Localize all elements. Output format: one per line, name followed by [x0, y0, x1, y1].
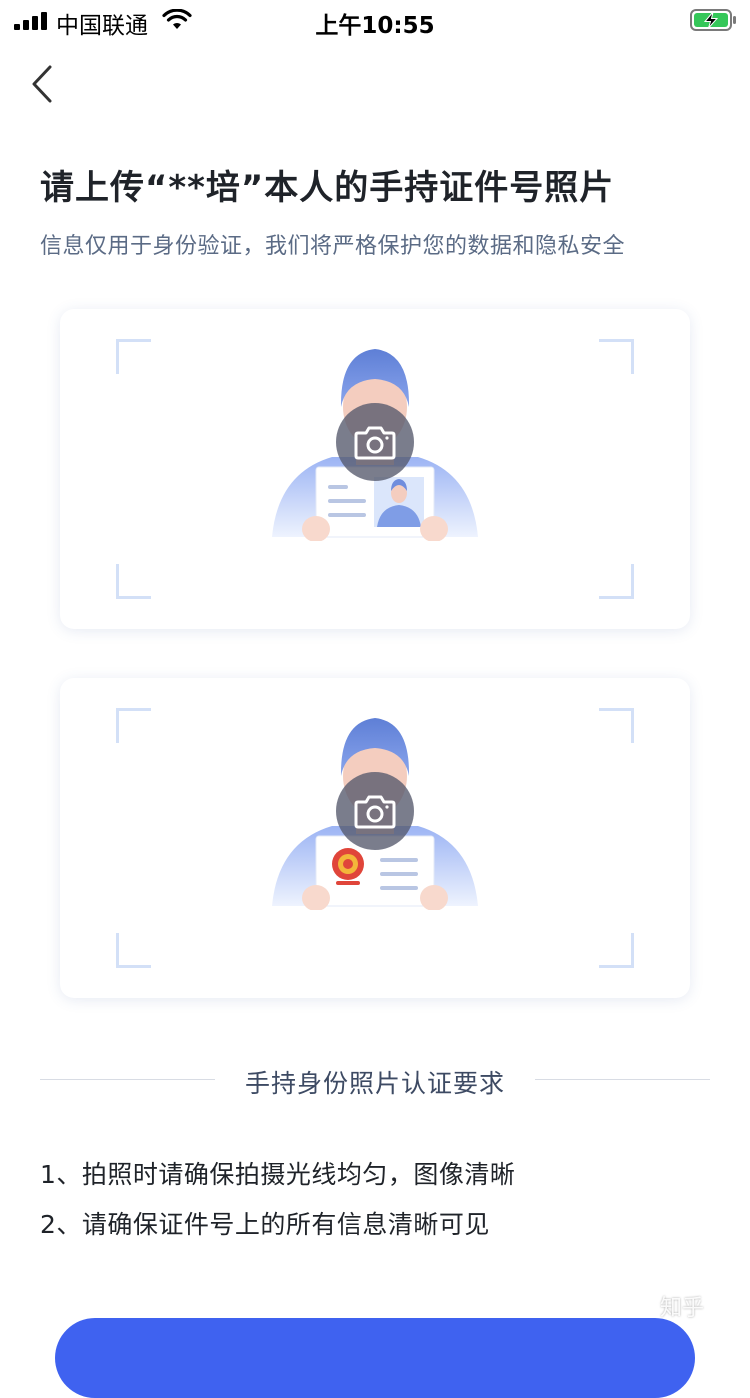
upload-card-back[interactable]: [60, 678, 690, 998]
frame-corner: [599, 708, 634, 743]
camera-button[interactable]: [336, 772, 414, 850]
camera-icon: [354, 426, 396, 460]
status-time: 上午10:55: [315, 13, 435, 39]
battery-charging-icon: [690, 9, 736, 31]
frame-corner: [599, 564, 634, 599]
back-button[interactable]: [22, 62, 62, 106]
primary-submit-button[interactable]: [55, 1318, 695, 1398]
requirements-title: 手持身份照片认证要求: [244, 1069, 505, 1098]
requirement-item: 2、请确保证件号上的所有信息清晰可见: [40, 1210, 490, 1239]
frame-corner: [599, 933, 634, 968]
watermark: 知乎: [660, 1296, 705, 1321]
page-subtitle: 信息仅用于身份验证，我们将严格保护您的数据和隐私安全: [40, 234, 626, 259]
camera-button[interactable]: [336, 403, 414, 481]
page-title: 请上传“**培”本人的手持证件号照片: [40, 168, 615, 208]
frame-corner: [116, 339, 151, 374]
camera-icon: [354, 795, 396, 829]
frame-corner: [599, 339, 634, 374]
status-bar: 中国联通 上午10:55: [0, 0, 750, 40]
frame-corner: [116, 708, 151, 743]
frame-corner: [116, 933, 151, 968]
requirement-item: 1、拍照时请确保拍摄光线均匀，图像清晰: [40, 1160, 516, 1189]
chevron-left-icon: [32, 65, 52, 103]
divider-line: [535, 1079, 710, 1080]
frame-corner: [116, 564, 151, 599]
upload-card-front[interactable]: [60, 309, 690, 629]
